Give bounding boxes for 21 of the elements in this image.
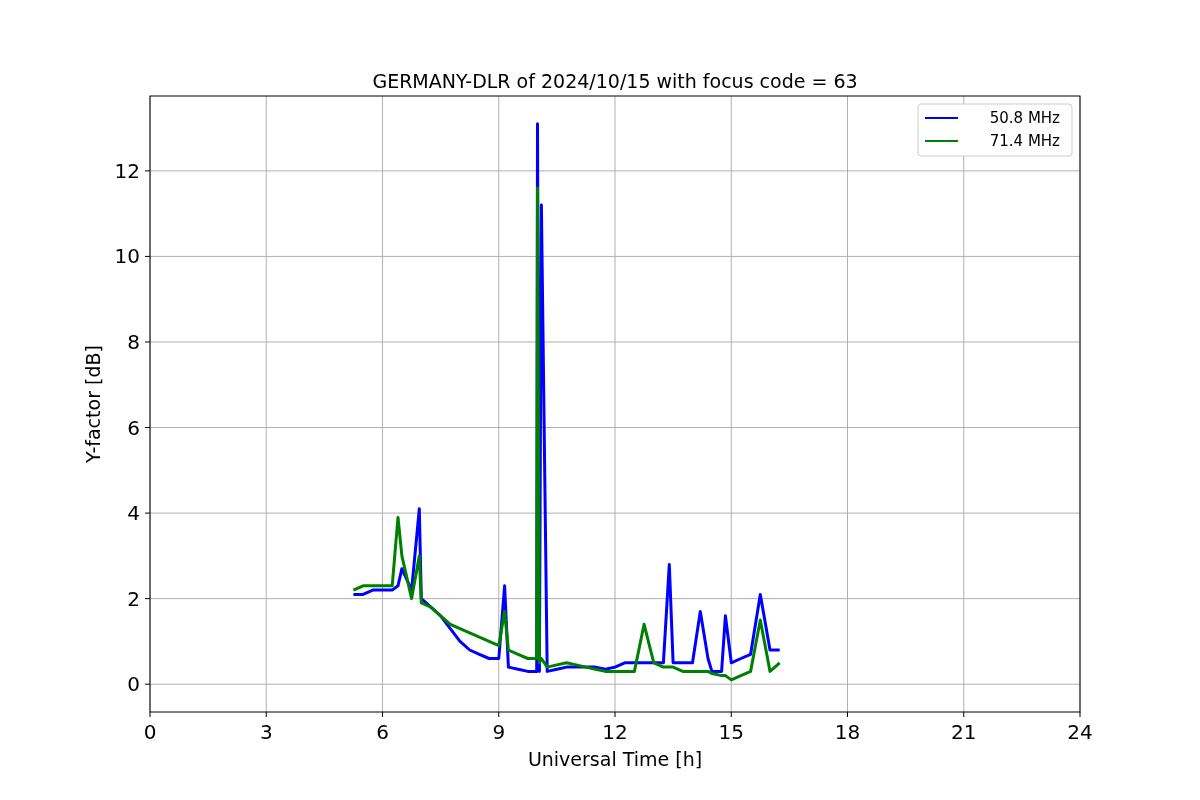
x-tick-label: 24 — [1067, 720, 1093, 744]
x-tick-label: 3 — [259, 720, 273, 744]
x-tick-label: 12 — [602, 720, 628, 744]
legend-label: 71.4 MHz — [989, 132, 1060, 150]
legend-label: 50.8 MHz — [989, 109, 1060, 127]
x-tick-label: 15 — [718, 720, 744, 744]
x-tick-label: 9 — [492, 720, 506, 744]
chart-title: GERMANY-DLR of 2024/10/15 with focus code = 63 — [372, 70, 858, 92]
y-tick-label: 0 — [127, 672, 140, 697]
y-axis-label: Y-factor [dB] — [82, 345, 104, 463]
y-tick-label: 8 — [127, 329, 140, 354]
y-tick-label: 6 — [127, 415, 140, 440]
y-tick-label: 4 — [127, 501, 140, 526]
x-tick-label: 21 — [951, 720, 977, 744]
x-tick-label: 0 — [143, 720, 157, 744]
x-tick-label: 6 — [376, 720, 389, 744]
y-tick-label: 12 — [114, 158, 140, 183]
y-tick-label: 10 — [114, 244, 140, 269]
x-tick-label: 18 — [834, 720, 861, 744]
x-axis-label: Universal Time [h] — [527, 748, 703, 770]
y-tick-label: 2 — [127, 586, 140, 611]
